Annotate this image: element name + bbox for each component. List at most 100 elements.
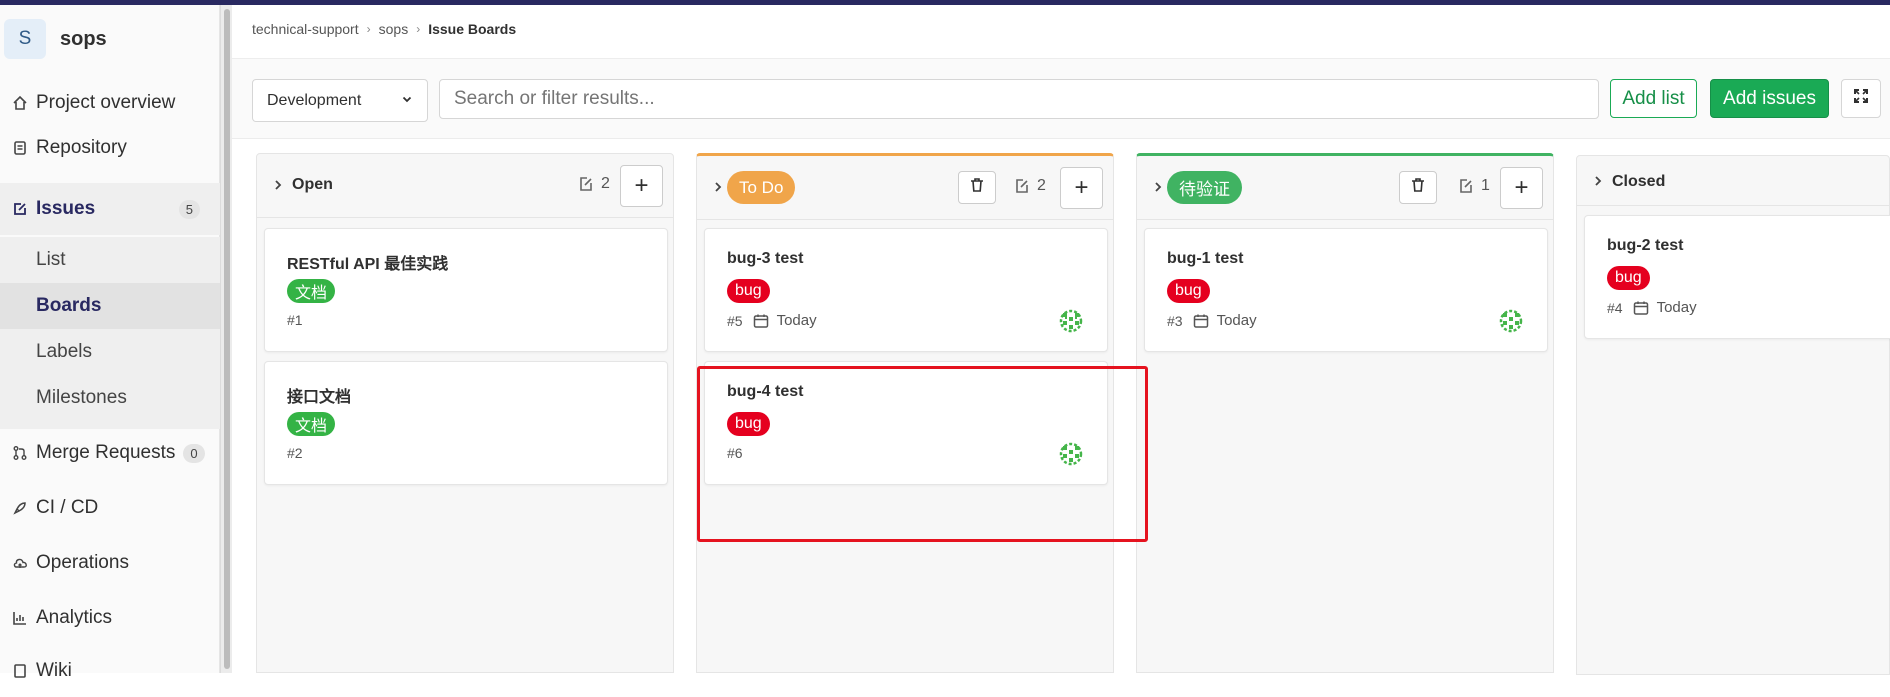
issues-count-badge: 5	[178, 199, 200, 219]
issue-meta: #4 Today	[1607, 299, 1697, 316]
highlight-box	[697, 366, 1148, 542]
sidebar: S sops Project overview Repository Issue…	[0, 5, 220, 681]
issues-icon	[1016, 179, 1028, 193]
add-list-button[interactable]: Add list	[1610, 79, 1697, 118]
sidebar-scrollbar[interactable]	[220, 5, 232, 673]
issue-count-value: 2	[601, 175, 610, 192]
book-icon	[10, 661, 30, 681]
delete-list-button[interactable]	[958, 171, 996, 204]
sidebar-item-merge-requests[interactable]: Merge Requests 0	[0, 427, 220, 479]
label-badge[interactable]: 文档	[287, 412, 336, 436]
doc-icon	[10, 138, 30, 158]
sidebar-subitem-boards[interactable]: Boards	[0, 283, 220, 329]
sidebar-item-label: Project overview	[36, 92, 176, 113]
add-issue-button[interactable]: +	[1060, 167, 1103, 209]
issue-card[interactable]: bug-2 test bug #4 Today	[1584, 215, 1890, 339]
add-issue-button[interactable]: +	[1500, 167, 1543, 209]
project-avatar[interactable]: S	[4, 19, 46, 59]
calendar-icon	[1633, 301, 1648, 315]
search-input[interactable]	[439, 79, 1599, 119]
sidebar-item-wiki[interactable]: Wiki	[0, 645, 220, 697]
issue-count: 2	[1015, 177, 1046, 195]
sidebar-item-issues[interactable]: Issues 5	[0, 183, 220, 235]
breadcrumb-group[interactable]: technical-support	[252, 21, 359, 37]
add-issue-button[interactable]: +	[620, 165, 663, 207]
label-badge[interactable]: 文档	[287, 279, 336, 303]
issue-meta: #1	[287, 312, 313, 328]
issues-icon	[580, 177, 592, 191]
rocket-icon	[10, 498, 30, 518]
breadcrumb: technical-support › sops › Issue Boards	[252, 21, 516, 37]
sidebar-item-label: Wiki	[36, 660, 72, 681]
issue-title[interactable]: bug-1 test	[1167, 250, 1243, 268]
board-select-dropdown[interactable]: Development	[252, 79, 428, 122]
list-title: Open	[292, 176, 333, 193]
due-date: Today	[1216, 312, 1257, 329]
issue-card[interactable]: RESTful API 最佳实践 文档 #1	[264, 228, 668, 352]
chevron-down-icon	[401, 92, 413, 110]
board-list-verify: 待验证 1 + bug-1 test bug #3 Today	[1136, 153, 1554, 673]
sidebar-item-repository[interactable]: Repository	[0, 122, 220, 174]
delete-list-button[interactable]	[1399, 171, 1437, 204]
sidebar-subitem-milestones[interactable]: Milestones	[0, 375, 220, 421]
sidebar-item-label: Issues	[36, 198, 96, 219]
assignee-avatar[interactable]	[1499, 309, 1523, 333]
issue-count-value: 1	[1481, 177, 1490, 194]
list-title: Closed	[1612, 173, 1666, 190]
chevron-right-icon[interactable]	[711, 180, 725, 194]
issue-meta: #2	[287, 445, 313, 461]
sidebar-item-label: CI / CD	[36, 497, 99, 518]
issue-number: #2	[287, 445, 303, 461]
chevron-right-icon[interactable]	[1591, 174, 1605, 188]
merge-requests-count-badge: 0	[183, 443, 205, 463]
chevron-right-icon: ›	[416, 22, 421, 36]
assignee-avatar[interactable]	[1059, 309, 1083, 333]
merge-icon	[10, 443, 30, 463]
calendar-icon	[753, 314, 768, 328]
sidebar-item-analytics[interactable]: Analytics	[0, 592, 220, 644]
issue-number: #5	[727, 312, 743, 329]
issues-submenu: List Boards Labels Milestones	[0, 237, 220, 429]
chevron-right-icon[interactable]	[271, 178, 285, 192]
fullscreen-button[interactable]	[1841, 79, 1881, 118]
chevron-right-icon: ›	[366, 22, 371, 36]
scrollbar-thumb[interactable]	[224, 9, 230, 669]
trash-icon	[970, 177, 984, 198]
issue-card[interactable]: bug-1 test bug #3 Today	[1144, 228, 1548, 352]
list-header: 待验证 1 +	[1137, 156, 1553, 220]
issue-title[interactable]: bug-3 test	[727, 250, 803, 268]
list-header: To Do 2 +	[697, 156, 1113, 220]
board-select-value: Development	[267, 91, 362, 109]
issue-number: #1	[287, 312, 303, 328]
chart-icon	[10, 608, 30, 628]
project-header[interactable]: S sops	[4, 19, 107, 59]
issue-title[interactable]: 接口文档	[287, 383, 351, 407]
breadcrumb-current[interactable]: Issue Boards	[428, 21, 516, 37]
sidebar-item-operations[interactable]: Operations	[0, 537, 220, 589]
issue-title[interactable]: RESTful API 最佳实践	[287, 250, 448, 274]
issue-card[interactable]: bug-3 test bug #5 Today	[704, 228, 1108, 352]
label-badge[interactable]: bug	[1167, 279, 1210, 303]
due-date: Today	[776, 312, 817, 329]
sidebar-item-ci-cd[interactable]: CI / CD	[0, 482, 220, 534]
chevron-right-icon[interactable]	[1151, 180, 1165, 194]
sidebar-item-label: Operations	[36, 552, 129, 573]
add-issues-button[interactable]: Add issues	[1710, 79, 1829, 118]
sidebar-item-label: Merge Requests	[36, 442, 176, 463]
sidebar-subitem-labels[interactable]: Labels	[0, 329, 220, 375]
sidebar-item-label: Analytics	[36, 607, 113, 628]
sidebar-subitem-list[interactable]: List	[0, 237, 220, 283]
issue-title[interactable]: bug-2 test	[1607, 237, 1683, 255]
board-list-open: Open 2 + RESTful API 最佳实践 文档 #1 接口文档 文档 …	[256, 153, 674, 673]
label-badge[interactable]: bug	[1607, 266, 1650, 290]
home-icon	[10, 93, 30, 113]
board-list-closed: Closed bug-2 test bug #4 Today	[1576, 155, 1890, 675]
issue-number: #4	[1607, 299, 1623, 316]
label-badge[interactable]: bug	[727, 279, 770, 303]
project-name[interactable]: sops	[60, 28, 107, 51]
trash-icon	[1411, 177, 1425, 198]
issue-card[interactable]: 接口文档 文档 #2	[264, 361, 668, 485]
issue-number: #3	[1167, 312, 1183, 329]
breadcrumb-project[interactable]: sops	[379, 21, 409, 37]
due-date: Today	[1656, 299, 1697, 316]
